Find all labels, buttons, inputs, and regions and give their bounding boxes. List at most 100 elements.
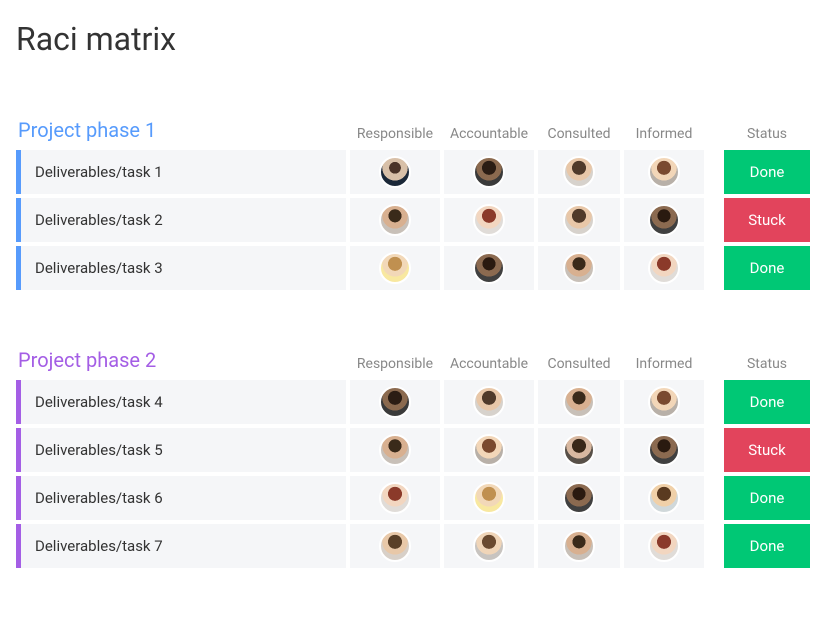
avatar-icon <box>379 156 411 188</box>
avatar-icon <box>563 482 595 514</box>
avatar-icon <box>379 204 411 236</box>
row-spacer <box>708 198 720 242</box>
avatar-icon <box>648 156 680 188</box>
accountable-cell[interactable] <box>444 476 534 520</box>
task-name-cell[interactable]: Deliverables/task 7 <box>16 524 346 568</box>
avatar-icon <box>379 252 411 284</box>
informed-cell[interactable] <box>624 246 704 290</box>
row-spacer <box>708 150 720 194</box>
avatar-icon <box>648 252 680 284</box>
column-header-consulted[interactable]: Consulted <box>538 126 620 142</box>
avatar-icon <box>379 434 411 466</box>
table-row: Deliverables/task 4 Done <box>16 380 813 424</box>
avatar-icon <box>563 204 595 236</box>
status-badge[interactable]: Done <box>724 476 810 520</box>
accountable-cell[interactable] <box>444 380 534 424</box>
table-row: Deliverables/task 3 Done <box>16 246 813 290</box>
avatar-icon <box>648 386 680 418</box>
consulted-cell[interactable] <box>538 198 620 242</box>
accountable-cell[interactable] <box>444 150 534 194</box>
avatar-icon <box>379 386 411 418</box>
table-row: Deliverables/task 1 Done <box>16 150 813 194</box>
row-spacer <box>708 246 720 290</box>
accountable-cell[interactable] <box>444 428 534 472</box>
responsible-cell[interactable] <box>350 198 440 242</box>
avatar-icon <box>563 252 595 284</box>
table-row: Deliverables/task 6 Done <box>16 476 813 520</box>
phase-1-section: Project phase 1 Responsible Accountable … <box>16 98 813 290</box>
phase-1-header: Project phase 1 Responsible Accountable … <box>16 98 813 142</box>
task-name-cell[interactable]: Deliverables/task 3 <box>16 246 346 290</box>
avatar-icon <box>563 386 595 418</box>
informed-cell[interactable] <box>624 198 704 242</box>
avatar-icon <box>648 482 680 514</box>
avatar-icon <box>473 482 505 514</box>
status-badge[interactable]: Done <box>724 246 810 290</box>
task-name-cell[interactable]: Deliverables/task 1 <box>16 150 346 194</box>
consulted-cell[interactable] <box>538 246 620 290</box>
column-header-accountable[interactable]: Accountable <box>444 356 534 372</box>
task-name-cell[interactable]: Deliverables/task 5 <box>16 428 346 472</box>
task-name-cell[interactable]: Deliverables/task 2 <box>16 198 346 242</box>
responsible-cell[interactable] <box>350 428 440 472</box>
avatar-icon <box>473 530 505 562</box>
status-badge[interactable]: Stuck <box>724 428 810 472</box>
avatar-icon <box>473 434 505 466</box>
task-name-cell[interactable]: Deliverables/task 6 <box>16 476 346 520</box>
consulted-cell[interactable] <box>538 524 620 568</box>
column-header-informed[interactable]: Informed <box>624 126 704 142</box>
header-spacer <box>708 328 720 372</box>
responsible-cell[interactable] <box>350 524 440 568</box>
avatar-icon <box>563 156 595 188</box>
responsible-cell[interactable] <box>350 476 440 520</box>
accountable-cell[interactable] <box>444 246 534 290</box>
avatar-icon <box>473 386 505 418</box>
status-badge[interactable]: Done <box>724 380 810 424</box>
column-header-consulted[interactable]: Consulted <box>538 356 620 372</box>
page-title: Raci matrix <box>16 20 813 58</box>
row-spacer <box>708 380 720 424</box>
informed-cell[interactable] <box>624 428 704 472</box>
informed-cell[interactable] <box>624 476 704 520</box>
task-name-cell[interactable]: Deliverables/task 4 <box>16 380 346 424</box>
status-badge[interactable]: Stuck <box>724 198 810 242</box>
avatar-icon <box>563 530 595 562</box>
column-header-accountable[interactable]: Accountable <box>444 126 534 142</box>
responsible-cell[interactable] <box>350 380 440 424</box>
responsible-cell[interactable] <box>350 150 440 194</box>
phase-2-section: Project phase 2 Responsible Accountable … <box>16 328 813 568</box>
table-row: Deliverables/task 2 Stuck <box>16 198 813 242</box>
informed-cell[interactable] <box>624 150 704 194</box>
avatar-icon <box>648 530 680 562</box>
phase-2-header: Project phase 2 Responsible Accountable … <box>16 328 813 372</box>
column-header-responsible[interactable]: Responsible <box>350 126 440 142</box>
informed-cell[interactable] <box>624 380 704 424</box>
column-header-status[interactable]: Status <box>724 126 810 142</box>
accountable-cell[interactable] <box>444 524 534 568</box>
responsible-cell[interactable] <box>350 246 440 290</box>
phase-2-title[interactable]: Project phase 2 <box>16 348 346 372</box>
status-badge[interactable]: Done <box>724 150 810 194</box>
avatar-icon <box>648 434 680 466</box>
accountable-cell[interactable] <box>444 198 534 242</box>
row-spacer <box>708 428 720 472</box>
phase-1-title[interactable]: Project phase 1 <box>16 118 346 142</box>
table-row: Deliverables/task 7 Done <box>16 524 813 568</box>
row-spacer <box>708 524 720 568</box>
consulted-cell[interactable] <box>538 380 620 424</box>
avatar-icon <box>473 252 505 284</box>
consulted-cell[interactable] <box>538 476 620 520</box>
informed-cell[interactable] <box>624 524 704 568</box>
table-row: Deliverables/task 5 Stuck <box>16 428 813 472</box>
consulted-cell[interactable] <box>538 428 620 472</box>
avatar-icon <box>379 482 411 514</box>
column-header-informed[interactable]: Informed <box>624 356 704 372</box>
avatar-icon <box>563 434 595 466</box>
column-header-responsible[interactable]: Responsible <box>350 356 440 372</box>
avatar-icon <box>473 156 505 188</box>
row-spacer <box>708 476 720 520</box>
status-badge[interactable]: Done <box>724 524 810 568</box>
avatar-icon <box>473 204 505 236</box>
column-header-status[interactable]: Status <box>724 356 810 372</box>
consulted-cell[interactable] <box>538 150 620 194</box>
